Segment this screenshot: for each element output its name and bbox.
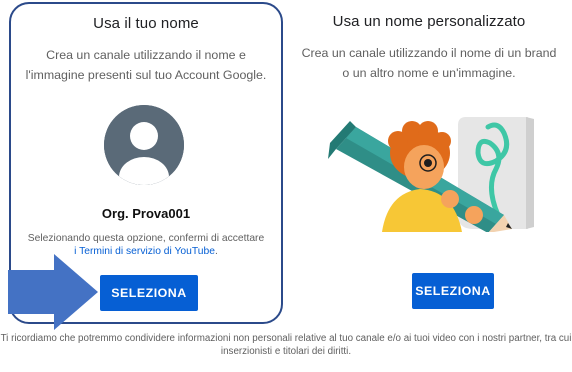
terms-suffix: .	[214, 246, 218, 257]
card-description: Crea un canale utilizzando il nome di un…	[301, 46, 557, 80]
card-title: Usa il tuo nome	[93, 15, 199, 32]
select-own-name-button[interactable]: SELEZIONA	[100, 275, 198, 311]
default-avatar-icon	[104, 105, 184, 185]
channel-name: Org. Prova001	[101, 206, 191, 221]
footer-notice: Ti ricordiamo che potremmo condividere i…	[0, 333, 572, 357]
pencil-illustration	[328, 97, 538, 233]
card-title: Usa un nome personalizzato	[332, 13, 526, 30]
arrow-right-icon	[8, 254, 98, 330]
select-custom-name-button[interactable]: SELEZIONA	[412, 273, 494, 309]
custom-name-card: Usa un nome personalizzato Crea un canal…	[291, 2, 567, 324]
card-description: Crea un canale utilizzando il nome e l'i…	[25, 48, 267, 82]
terms-prefix: Selezionando questa opzione, confermi di…	[27, 233, 265, 244]
